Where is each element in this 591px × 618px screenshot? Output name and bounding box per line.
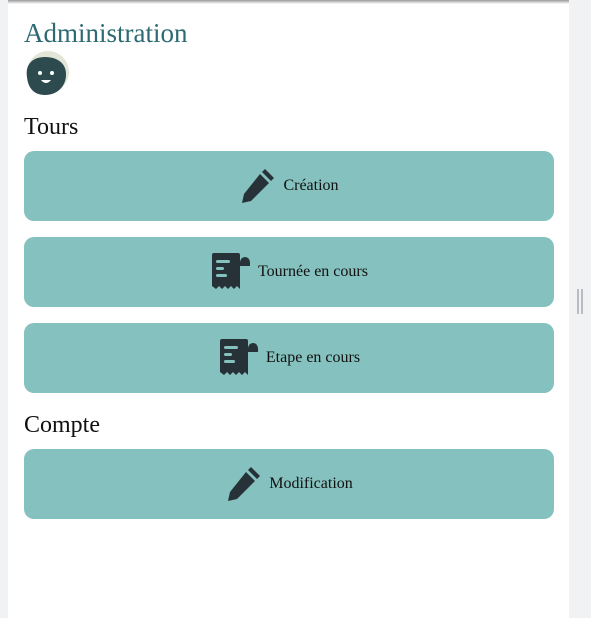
grip-line [577, 289, 579, 314]
section-title-tours: Tours [24, 114, 79, 140]
creation-label: Création [283, 177, 339, 194]
section-title-compte: Compte [24, 412, 100, 438]
etape-en-cours-button[interactable]: Etape en cours [24, 323, 554, 393]
etape-en-cours-label: Etape en cours [265, 349, 361, 366]
resize-handle[interactable] [577, 289, 583, 314]
smiley-face-icon [26, 51, 69, 95]
tournee-en-cours-label: Tournée en cours [258, 263, 368, 280]
receipt-icon [210, 252, 252, 292]
avatar[interactable] [24, 50, 70, 96]
pencil-icon [225, 465, 263, 503]
top-shadow [8, 0, 569, 4]
modification-button[interactable]: Modification [24, 449, 554, 519]
modification-label: Modification [269, 475, 353, 492]
grip-line [581, 289, 583, 314]
pencil-icon [239, 167, 277, 205]
main-panel [8, 0, 569, 618]
page-title: Administration [24, 18, 188, 48]
receipt-icon [218, 338, 260, 378]
creation-button[interactable]: Création [24, 151, 554, 221]
tournee-en-cours-button[interactable]: Tournée en cours [24, 237, 554, 307]
